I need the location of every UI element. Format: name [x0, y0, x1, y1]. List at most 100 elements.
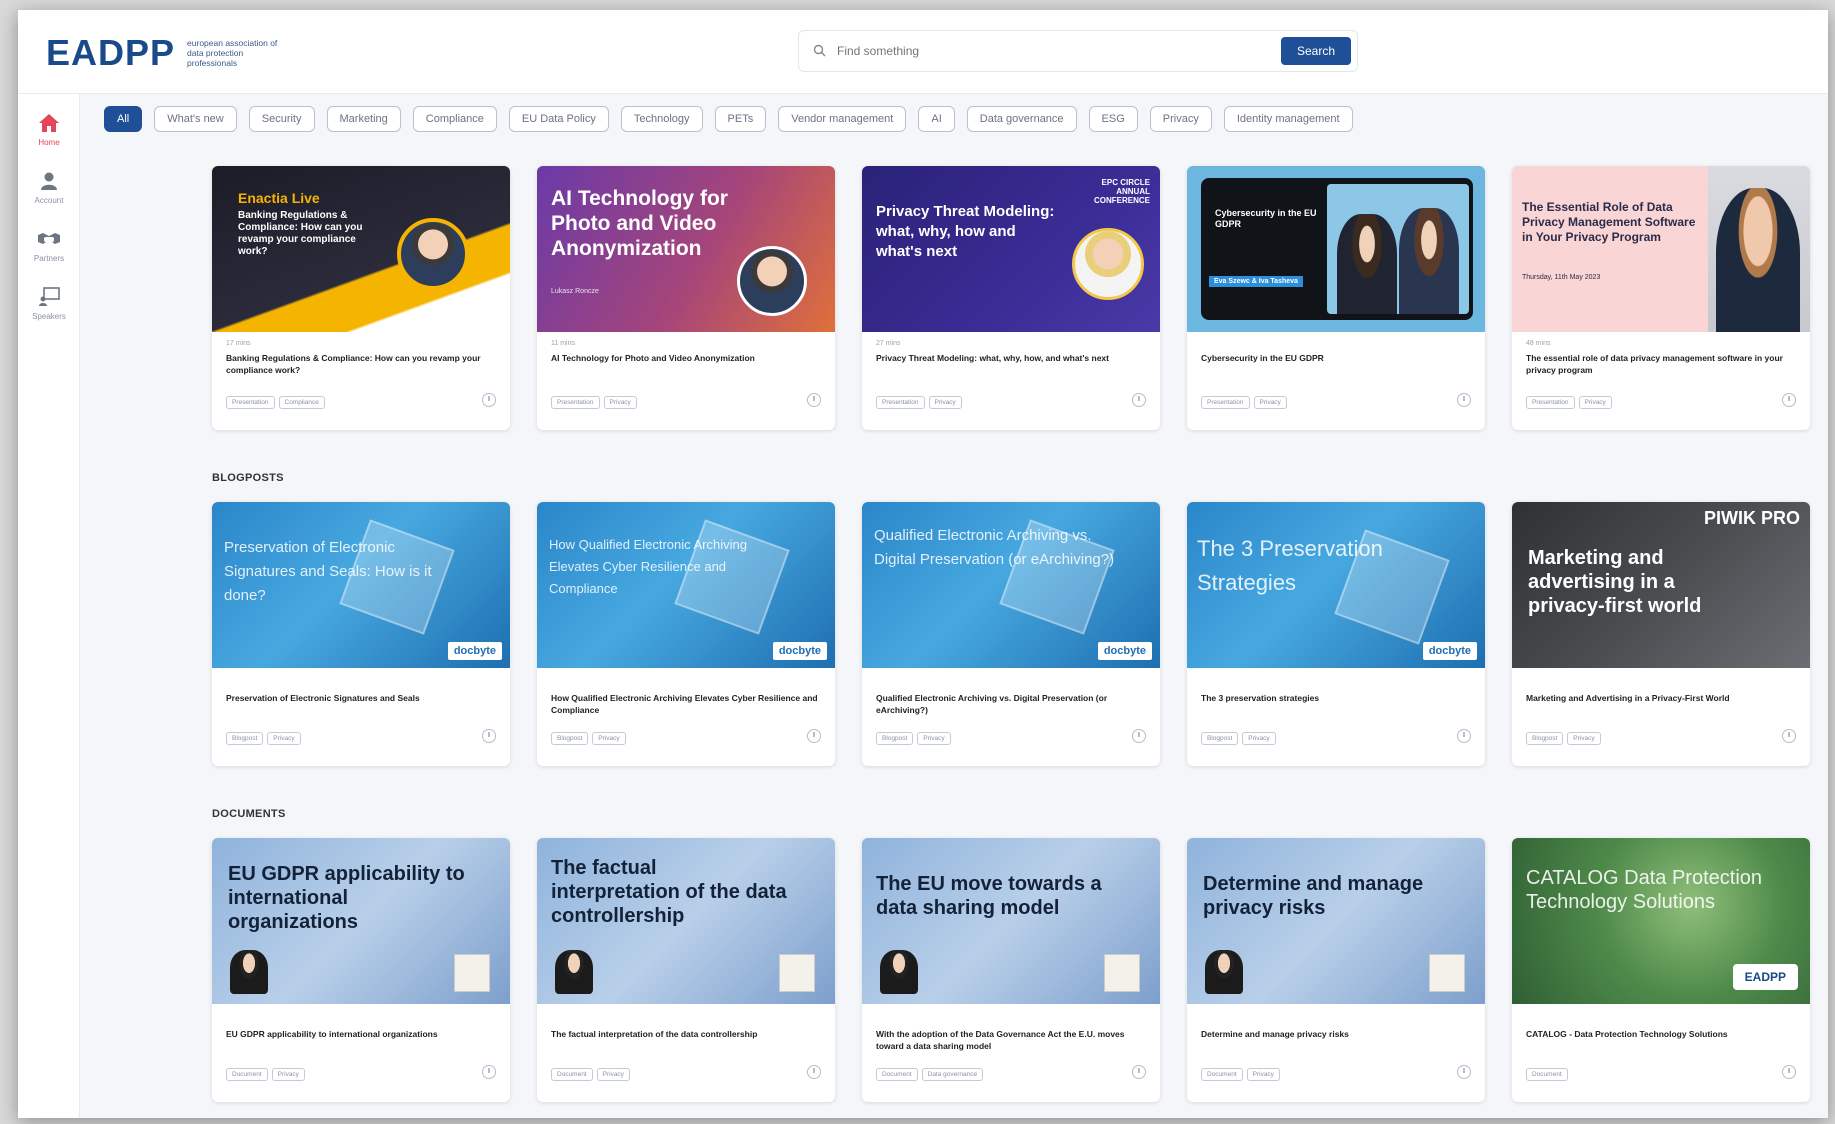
- content-card[interactable]: Determine and manage privacy risks Deter…: [1187, 838, 1485, 1102]
- documents-row: EU GDPR applicability to international o…: [212, 838, 1810, 1102]
- content-card[interactable]: Cybersecurity in the EU GDPR Eva Szewc &…: [1187, 166, 1485, 430]
- thumb-date: Thursday, 11th May 2023: [1522, 274, 1601, 281]
- tag[interactable]: Blogpost: [226, 732, 264, 745]
- tag[interactable]: Presentation: [1201, 396, 1250, 409]
- filter-chip[interactable]: Technology: [620, 106, 703, 132]
- content-card[interactable]: Preservation of Electronic Signatures an…: [212, 502, 510, 766]
- sidebar-item-account[interactable]: Account: [18, 158, 80, 216]
- eu-digital-partners-badge: [779, 954, 815, 992]
- logo[interactable]: EADPP european association of data prote…: [46, 32, 287, 74]
- tag[interactable]: Blogpost: [1526, 732, 1564, 745]
- content-card[interactable]: The factual interpretation of the data c…: [537, 838, 835, 1102]
- tag[interactable]: Privacy: [1578, 396, 1612, 409]
- tag[interactable]: Privacy: [596, 1068, 630, 1081]
- content-card[interactable]: CATALOG Data Protection Technology Solut…: [1512, 838, 1810, 1102]
- tag[interactable]: Presentation: [1526, 396, 1575, 409]
- tag[interactable]: Privacy: [271, 1068, 305, 1081]
- content-card[interactable]: Privacy Threat Modeling: what, why, how …: [862, 166, 1160, 430]
- card-thumbnail: The Essential Role of Data Privacy Manag…: [1512, 166, 1810, 332]
- search-bar: Search: [798, 30, 1358, 72]
- content-card[interactable]: Qualified Electronic Archiving vs. Digit…: [862, 502, 1160, 766]
- filter-chip[interactable]: EU Data Policy: [508, 106, 609, 132]
- card-title[interactable]: How Qualified Electronic Archiving Eleva…: [551, 692, 819, 716]
- tag[interactable]: Privacy: [917, 732, 951, 745]
- card-title[interactable]: Marketing and Advertising in a Privacy-F…: [1526, 692, 1794, 704]
- card-title[interactable]: Cybersecurity in the EU GDPR: [1201, 352, 1469, 364]
- presentations-row: Enactia Live Banking Regulations & Compl…: [212, 166, 1810, 430]
- filter-chip[interactable]: Security: [248, 106, 315, 132]
- sidebar-item-label: Account: [34, 195, 64, 205]
- card-title[interactable]: AI Technology for Photo and Video Anonym…: [551, 352, 819, 364]
- logo-subtitle: european association of data protection …: [187, 38, 278, 68]
- card-title[interactable]: With the adoption of the Data Governance…: [876, 1028, 1144, 1052]
- filter-chip[interactable]: Compliance: [412, 106, 497, 132]
- tag[interactable]: Privacy: [267, 732, 301, 745]
- filter-chip[interactable]: Vendor management: [778, 106, 907, 132]
- card-title[interactable]: CATALOG - Data Protection Technology Sol…: [1526, 1028, 1794, 1040]
- sidebar-item-label: Home: [38, 137, 60, 147]
- eu-digital-partners-badge: [1429, 954, 1465, 992]
- content-card[interactable]: EU GDPR applicability to international o…: [212, 838, 510, 1102]
- tag[interactable]: Blogpost: [876, 732, 914, 745]
- card-title[interactable]: Qualified Electronic Archiving vs. Digit…: [876, 692, 1144, 716]
- tag[interactable]: Document: [1526, 1068, 1568, 1081]
- card-tags: Blogpost Privacy: [551, 732, 626, 745]
- card-title[interactable]: The essential role of data privacy manag…: [1526, 352, 1794, 376]
- content-card[interactable]: AI Technology for Photo and Video Anonym…: [537, 166, 835, 430]
- card-title[interactable]: Preservation of Electronic Signatures an…: [226, 692, 494, 704]
- card-title[interactable]: Determine and manage privacy risks: [1201, 1028, 1469, 1040]
- card-meta: 27 mins: [876, 340, 901, 347]
- tag[interactable]: Privacy: [928, 396, 962, 409]
- card-title[interactable]: Privacy Threat Modeling: what, why, how,…: [876, 352, 1144, 364]
- content-card[interactable]: How Qualified Electronic Archiving Eleva…: [537, 502, 835, 766]
- sidebar-item-speakers[interactable]: Speakers: [18, 274, 80, 332]
- tag[interactable]: Document: [226, 1068, 268, 1081]
- clock-icon: [807, 729, 821, 743]
- tag[interactable]: Presentation: [226, 396, 275, 409]
- tag[interactable]: Document: [551, 1068, 593, 1081]
- logo-wordmark[interactable]: EADPP: [46, 32, 175, 74]
- search-button[interactable]: Search: [1280, 37, 1351, 65]
- tag[interactable]: Blogpost: [1201, 732, 1239, 745]
- content-card[interactable]: The 3 Preservation Strategies docbyte Th…: [1187, 502, 1485, 766]
- blogposts-row: Preservation of Electronic Signatures an…: [212, 502, 1810, 766]
- thumb-title: The 3 Preservation Strategies: [1197, 536, 1383, 595]
- tag[interactable]: Privacy: [603, 396, 637, 409]
- tag[interactable]: Document: [1201, 1068, 1243, 1081]
- thumb-title: Determine and manage privacy risks: [1203, 873, 1424, 919]
- filter-chip[interactable]: ESG: [1088, 106, 1138, 132]
- tag[interactable]: Compliance: [278, 396, 325, 409]
- filter-chip[interactable]: Identity management: [1223, 106, 1353, 132]
- filter-chip[interactable]: Privacy: [1149, 106, 1212, 132]
- tag[interactable]: Privacy: [1567, 732, 1601, 745]
- card-thumbnail: Cybersecurity in the EU GDPR Eva Szewc &…: [1187, 166, 1485, 332]
- tag[interactable]: Blogpost: [551, 732, 589, 745]
- search-input[interactable]: [837, 44, 1281, 58]
- content-card[interactable]: The EU move towards a data sharing model…: [862, 838, 1160, 1102]
- filter-chip-all[interactable]: All: [104, 106, 143, 132]
- content-card[interactable]: Enactia Live Banking Regulations & Compl…: [212, 166, 510, 430]
- filter-chip[interactable]: AI: [918, 106, 955, 132]
- filter-chip[interactable]: PETs: [714, 106, 767, 132]
- filter-chip[interactable]: What's new: [154, 106, 237, 132]
- tag[interactable]: Document: [876, 1068, 918, 1081]
- card-thumbnail: PIWIK PRO Marketing and advertising in a…: [1512, 502, 1810, 668]
- card-title[interactable]: The factual interpretation of the data c…: [551, 1028, 819, 1040]
- tag[interactable]: Privacy: [1242, 732, 1276, 745]
- filter-chip[interactable]: Marketing: [326, 106, 401, 132]
- card-title[interactable]: EU GDPR applicability to international o…: [226, 1028, 494, 1040]
- tag[interactable]: Privacy: [1253, 396, 1287, 409]
- sidebar-item-partners[interactable]: Partners: [18, 216, 80, 274]
- tag[interactable]: Data governance: [921, 1068, 984, 1081]
- thumb-speaker: Lukasz Roncze: [551, 288, 599, 295]
- tag[interactable]: Presentation: [551, 396, 600, 409]
- tag[interactable]: Privacy: [1246, 1068, 1280, 1081]
- sidebar-item-home[interactable]: Home: [18, 100, 80, 158]
- tag[interactable]: Privacy: [592, 732, 626, 745]
- card-title[interactable]: The 3 preservation strategies: [1201, 692, 1469, 704]
- content-card[interactable]: PIWIK PRO Marketing and advertising in a…: [1512, 502, 1810, 766]
- tag[interactable]: Presentation: [876, 396, 925, 409]
- content-card[interactable]: The Essential Role of Data Privacy Manag…: [1512, 166, 1810, 430]
- filter-chip[interactable]: Data governance: [966, 106, 1077, 132]
- card-title[interactable]: Banking Regulations & Compliance: How ca…: [226, 352, 494, 376]
